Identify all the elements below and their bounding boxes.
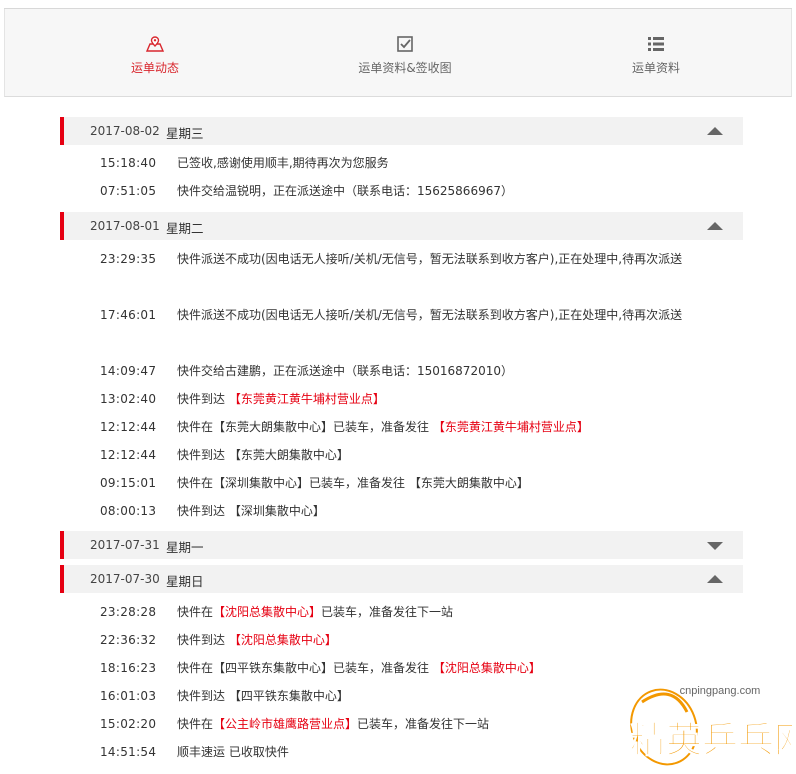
- event-time: 14:09:47: [100, 364, 157, 378]
- event-time: 09:15:01: [100, 476, 157, 490]
- location-highlight: 【沈阳总集散中心】: [432, 661, 541, 675]
- event-time: 23:29:35: [100, 252, 157, 266]
- tab-waybill-docs-signature[interactable]: 运单资料&签收图: [305, 35, 505, 76]
- message-text: 快件到达: [177, 392, 229, 406]
- tab-waybill-info[interactable]: 运单资料: [556, 35, 756, 76]
- message-text: 已装车，准备发往下一站: [321, 605, 454, 619]
- event-time: 16:01:03: [100, 689, 157, 703]
- event-message: 快件在【东莞大朗集散中心】已装车，准备发往 【东莞黄江黄牛埔村营业点】: [177, 413, 722, 441]
- collapse-arrow-icon[interactable]: [707, 222, 723, 230]
- event-time: 12:12:44: [100, 448, 157, 462]
- event-message: 快件派送不成功(因电话无人接听/关机/无信号，暂无法联系到收方客户),正在处理中…: [177, 301, 722, 329]
- day-date: 2017-07-31: [90, 538, 160, 552]
- message-text: 快件在: [177, 605, 214, 619]
- day-weekday: 星期一: [166, 540, 204, 555]
- event-message: 快件到达 【深圳集散中心】: [177, 497, 722, 525]
- event-message: 快件在【深圳集散中心】已装车，准备发往 【东莞大朗集散中心】: [177, 469, 722, 497]
- expand-arrow-icon[interactable]: [707, 542, 723, 550]
- event-message: 快件在【沈阳总集散中心】已装车，准备发往下一站: [177, 598, 722, 626]
- day-date: 2017-07-30: [90, 572, 160, 586]
- location-highlight: 【东莞黄江黄牛埔村营业点】: [228, 392, 385, 406]
- message-text: 快件在: [177, 717, 214, 731]
- day-header[interactable]: 2017-07-30 星期日: [60, 565, 743, 593]
- location-highlight: 【沈阳总集散中心】: [228, 633, 337, 647]
- day-weekday: 星期三: [166, 126, 204, 141]
- message-text: 快件交给古建鹏，正在派送途中（联系电话：15016872010）: [177, 364, 513, 378]
- map-route-icon: [145, 36, 165, 52]
- list-icon: [648, 37, 664, 51]
- tab-label: 运单资料&签收图: [358, 61, 452, 75]
- event-time: 13:02:40: [100, 392, 157, 406]
- message-text: 顺丰速运 已收取快件: [177, 745, 289, 759]
- day-weekday: 星期日: [166, 574, 204, 589]
- event-time: 18:16:23: [100, 661, 157, 675]
- event-time: 22:36:32: [100, 633, 157, 647]
- message-text: 已签收,感谢使用顺丰,期待再次为您服务: [177, 156, 389, 170]
- message-text: 快件到达 【深圳集散中心】: [177, 504, 325, 518]
- event-time: 17:46:01: [100, 308, 157, 322]
- watermark-text: 精英乒乓网: [630, 720, 792, 761]
- collapse-arrow-icon[interactable]: [707, 127, 723, 135]
- day-date: 2017-08-02: [90, 124, 160, 138]
- tab-waybill-dynamics[interactable]: 运单动态: [55, 35, 255, 76]
- tab-label: 运单动态: [130, 61, 179, 75]
- day-header[interactable]: 2017-08-02 星期三: [60, 117, 743, 145]
- event-time: 15:02:20: [100, 717, 157, 731]
- watermark-url: cnpingpang.com: [680, 685, 761, 697]
- event-message: 快件到达 【沈阳总集散中心】: [177, 626, 722, 654]
- tab-bar: 运单动态 运单资料&签收图 运单资料: [4, 9, 792, 97]
- message-text: 快件派送不成功(因电话无人接听/关机/无信号，暂无法联系到收方客户),正在处理中…: [177, 252, 683, 266]
- message-text: 快件派送不成功(因电话无人接听/关机/无信号，暂无法联系到收方客户),正在处理中…: [177, 308, 683, 322]
- watermark-logo: cnpingpang.com 精英乒乓网: [630, 685, 792, 766]
- event-time: 23:28:28: [100, 605, 157, 619]
- day-date: 2017-08-01: [90, 219, 160, 233]
- signed-checkbox-icon: [397, 36, 413, 52]
- message-text: 快件在【东莞大朗集散中心】已装车，准备发往: [177, 420, 433, 434]
- event-time: 08:00:13: [100, 504, 157, 518]
- event-message: 快件到达 【东莞大朗集散中心】: [177, 441, 722, 469]
- location-highlight: 【沈阳总集散中心】: [213, 605, 322, 619]
- location-highlight: 【东莞黄江黄牛埔村营业点】: [432, 420, 589, 434]
- day-header[interactable]: 2017-08-01 星期二: [60, 212, 743, 240]
- event-time: 14:51:54: [100, 745, 157, 759]
- event-time: 15:18:40: [100, 156, 157, 170]
- message-text: 已装车，准备发往下一站: [357, 717, 490, 731]
- day-header[interactable]: 2017-07-31 星期一: [60, 531, 743, 559]
- event-time: 07:51:05: [100, 184, 157, 198]
- message-text: 快件到达: [177, 633, 229, 647]
- event-message: 已签收,感谢使用顺丰,期待再次为您服务: [177, 149, 722, 177]
- event-message: 快件到达 【东莞黄江黄牛埔村营业点】: [177, 385, 722, 413]
- message-text: 快件交给温锐明，正在派送途中（联系电话：15625866967）: [177, 184, 513, 198]
- tab-label: 运单资料: [631, 61, 680, 75]
- message-text: 快件在【深圳集散中心】已装车，准备发往 【东莞大朗集散中心】: [177, 476, 529, 490]
- message-text: 快件在【四平铁东集散中心】已装车，准备发往: [177, 661, 433, 675]
- event-time: 12:12:44: [100, 420, 157, 434]
- message-text: 快件到达 【东莞大朗集散中心】: [177, 448, 349, 462]
- message-text: 快件到达 【四平铁东集散中心】: [177, 689, 349, 703]
- event-message: 快件交给温锐明，正在派送途中（联系电话：15625866967）: [177, 177, 722, 205]
- event-message: 快件交给古建鹏，正在派送途中（联系电话：15016872010）: [177, 357, 722, 385]
- day-weekday: 星期二: [166, 221, 204, 236]
- event-message: 快件派送不成功(因电话无人接听/关机/无信号，暂无法联系到收方客户),正在处理中…: [177, 245, 722, 273]
- collapse-arrow-icon[interactable]: [707, 575, 723, 583]
- location-highlight: 【公主岭市雄鹰路营业点】: [213, 717, 358, 731]
